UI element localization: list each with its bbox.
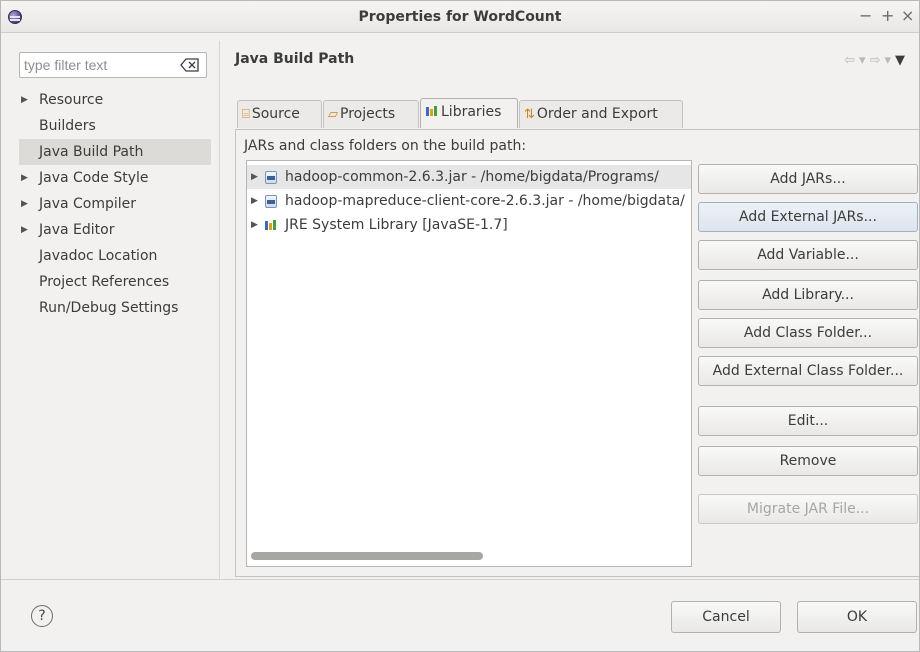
pane-splitter[interactable] (219, 41, 220, 579)
libraries-label: JARs and class folders on the build path… (244, 138, 527, 154)
expand-arrow-icon[interactable]: ▶ (251, 189, 258, 213)
libraries-list[interactable]: ▶ hadoop-common-2.6.3.jar - /home/bigdat… (246, 160, 692, 567)
forward-arrow-icon[interactable]: ⇨ (870, 53, 885, 68)
footer-divider (1, 579, 919, 580)
tree-item-java-code-style[interactable]: ▶ Java Code Style (19, 165, 211, 191)
page-title: Java Build Path (235, 51, 355, 67)
list-item-label: hadoop-common-2.6.3.jar - /home/bigdata/… (285, 169, 659, 185)
tree-item-label: Java Editor (39, 222, 115, 238)
add-external-jars-button[interactable]: Add External JARs... (698, 202, 918, 232)
expand-arrow-icon[interactable]: ▶ (21, 165, 28, 191)
library-icon (265, 220, 276, 230)
title-bar: Properties for WordCount − + × (1, 1, 919, 33)
libraries-panel: JARs and class folders on the build path… (235, 129, 919, 577)
view-menu-icon[interactable]: ▼ (895, 53, 909, 68)
back-menu-icon[interactable]: ▾ (859, 53, 870, 68)
add-jars-button[interactable]: Add JARs... (698, 164, 918, 194)
tree-item-run-debug-settings[interactable]: Run/Debug Settings (19, 295, 211, 321)
tab-label: Projects (340, 106, 396, 122)
add-class-folder-button[interactable]: Add Class Folder... (698, 318, 918, 348)
expand-arrow-icon[interactable]: ▶ (21, 191, 28, 217)
tree-item-java-build-path[interactable]: Java Build Path (19, 139, 211, 165)
migrate-jar-button: Migrate JAR File... (698, 494, 918, 524)
expand-arrow-icon[interactable]: ▶ (21, 217, 28, 243)
tree-item-java-editor[interactable]: ▶ Java Editor (19, 217, 211, 243)
page-navigation: ⇦▾⇨▾▼ (844, 53, 909, 68)
tab-libraries[interactable]: Libraries (420, 98, 518, 128)
clear-filter-icon[interactable] (180, 58, 200, 72)
tab-order-and-export[interactable]: ⇅ Order and Export (519, 100, 683, 128)
tree-item-project-references[interactable]: Project References (19, 269, 211, 295)
help-icon[interactable]: ? (31, 605, 53, 627)
tab-source[interactable]: ⌸ Source (237, 100, 322, 128)
tree-item-label: Java Code Style (39, 170, 149, 186)
list-item-hadoop-mapreduce[interactable]: ▶ hadoop-mapreduce-client-core-2.6.3.jar… (247, 189, 691, 213)
tree-item-label: Java Build Path (39, 144, 144, 160)
tree-item-label: Builders (39, 118, 96, 134)
properties-dialog: Properties for WordCount − + × type filt… (0, 0, 920, 652)
list-item-jre-system-library[interactable]: ▶ JRE System Library [JavaSE-1.7] (247, 213, 691, 237)
tab-label: Libraries (441, 104, 502, 120)
maximize-button[interactable]: + (881, 7, 894, 25)
ok-button[interactable]: OK (797, 601, 917, 633)
tree-item-builders[interactable]: Builders (19, 113, 211, 139)
tree-item-label: Java Compiler (39, 196, 137, 212)
close-button[interactable]: × (901, 7, 914, 25)
property-page-tree: ▶ Resource Builders Java Build Path ▶ Java… (19, 87, 211, 321)
expand-arrow-icon[interactable]: ▶ (251, 213, 258, 237)
jar-icon (265, 171, 277, 184)
tab-projects[interactable]: ▱ Projects (323, 100, 419, 128)
cancel-button[interactable]: Cancel (671, 601, 781, 633)
tree-item-label: Project References (39, 274, 170, 290)
jar-icon (265, 195, 277, 208)
list-item-label: JRE System Library [JavaSE-1.7] (285, 217, 508, 233)
edit-button[interactable]: Edit... (698, 406, 918, 436)
tree-item-resource[interactable]: ▶ Resource (19, 87, 211, 113)
horizontal-scrollbar[interactable] (251, 552, 483, 560)
forward-menu-icon[interactable]: ▾ (884, 53, 895, 68)
order-export-icon: ⇅ (524, 107, 535, 122)
tab-label: Source (251, 106, 300, 122)
tree-item-label: Resource (39, 92, 104, 108)
list-item-label: hadoop-mapreduce-client-core-2.6.3.jar -… (285, 193, 685, 209)
filter-placeholder: type filter text (24, 57, 108, 73)
add-library-button[interactable]: Add Library... (698, 280, 918, 310)
back-arrow-icon[interactable]: ⇦ (844, 53, 859, 68)
library-icon (426, 106, 437, 116)
expand-arrow-icon[interactable]: ▶ (251, 165, 258, 189)
tab-label: Order and Export (536, 106, 658, 122)
expand-arrow-icon[interactable]: ▶ (21, 87, 28, 113)
add-variable-button[interactable]: Add Variable... (698, 240, 918, 270)
tree-item-javadoc-location[interactable]: Javadoc Location (19, 243, 211, 269)
projects-icon: ▱ (328, 107, 338, 122)
add-external-class-folder-button[interactable]: Add External Class Folder... (698, 356, 918, 386)
remove-button[interactable]: Remove (698, 446, 918, 476)
minimize-button[interactable]: − (859, 7, 872, 25)
tree-item-java-compiler[interactable]: ▶ Java Compiler (19, 191, 211, 217)
source-folder-icon: ⌸ (242, 107, 250, 122)
list-item-hadoop-common[interactable]: ▶ hadoop-common-2.6.3.jar - /home/bigdat… (247, 165, 691, 189)
window-title: Properties for WordCount (358, 9, 562, 25)
tree-item-label: Javadoc Location (39, 248, 158, 264)
tree-item-label: Run/Debug Settings (39, 300, 179, 316)
filter-input[interactable]: type filter text (19, 52, 207, 78)
